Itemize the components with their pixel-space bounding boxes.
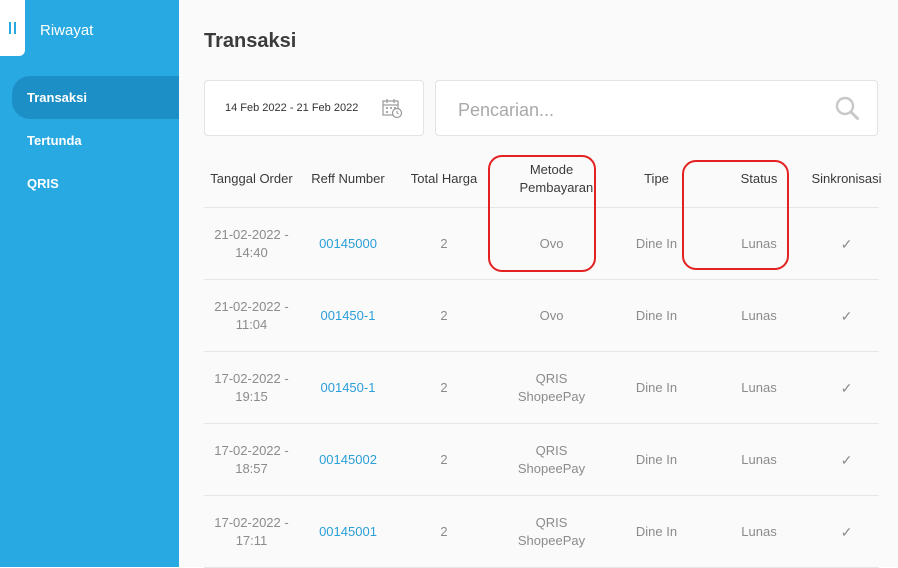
payment-status: Lunas: [741, 235, 777, 251]
order-date: 21-02-2022 - 14:40: [214, 226, 289, 260]
header-tipe: Tipe: [644, 170, 669, 186]
payment-method: Ovo: [539, 235, 564, 251]
sidebar-item-tertunda[interactable]: Tertunda: [0, 119, 179, 162]
sidebar-toggle-icon[interactable]: [0, 0, 25, 56]
header-metode-pembayaran: Metode Pembayaran: [519, 161, 594, 195]
check-icon: ✓: [840, 523, 853, 540]
payment-status: Lunas: [741, 379, 777, 395]
order-type: Dine In: [635, 379, 678, 395]
date-range-picker[interactable]: 14 Feb 2022 - 21 Feb 2022: [204, 80, 424, 136]
order-date: 21-02-2022 - 11:04: [214, 298, 289, 332]
header-reff-number: Reff Number: [311, 170, 385, 186]
total-price: 2: [440, 523, 448, 539]
check-icon: ✓: [840, 379, 853, 396]
payment-method: QRIS ShopeePay: [517, 514, 586, 548]
header-sinkronisasi: Sinkronisasi: [811, 170, 882, 186]
reff-number-link[interactable]: 001450-1: [304, 280, 392, 351]
sidebar-title: Riwayat: [40, 22, 94, 39]
table-row[interactable]: 21-02-2022 - 14:40 00145000 2 Ovo Dine I…: [204, 208, 879, 280]
order-type: Dine In: [635, 307, 678, 323]
page-title: Transaksi: [204, 30, 297, 52]
header-total-harga: Total Harga: [410, 170, 478, 186]
payment-method: QRIS ShopeePay: [517, 370, 586, 404]
reff-number-link[interactable]: 00145001: [304, 496, 392, 567]
check-icon: ✓: [840, 307, 853, 324]
total-price: 2: [440, 307, 448, 323]
total-price: 2: [440, 451, 448, 467]
header-status: Status: [740, 170, 778, 186]
payment-method: QRIS ShopeePay: [517, 442, 586, 476]
header-tanggal-order: Tanggal Order: [210, 170, 293, 186]
main-content: Transaksi 14 Feb 2022 - 21 Feb 2022 Tang…: [179, 0, 898, 568]
calendar-icon[interactable]: [381, 97, 403, 119]
transactions-table: Tanggal Order Reff Number Total Harga Me…: [204, 150, 882, 568]
search-icon[interactable]: [834, 95, 860, 121]
payment-status: Lunas: [741, 307, 777, 323]
check-icon: ✓: [840, 451, 853, 468]
sidebar-header: Riwayat: [0, 0, 179, 56]
total-price: 2: [440, 379, 448, 395]
table-row[interactable]: 17-02-2022 - 18:57 00145002 2 QRIS Shope…: [204, 424, 879, 496]
order-date: 17-02-2022 - 17:11: [214, 514, 289, 548]
order-type: Dine In: [635, 451, 678, 467]
order-date: 17-02-2022 - 18:57: [214, 442, 289, 476]
table-row[interactable]: 21-02-2022 - 11:04 001450-1 2 Ovo Dine I…: [204, 280, 879, 352]
reff-number-link[interactable]: 00145000: [304, 208, 392, 279]
table-header-row: Tanggal Order Reff Number Total Harga Me…: [204, 150, 882, 208]
check-icon: ✓: [840, 235, 853, 252]
payment-status: Lunas: [741, 523, 777, 539]
search-input[interactable]: [456, 95, 820, 125]
payment-method: Ovo: [539, 307, 564, 323]
payment-status: Lunas: [741, 451, 777, 467]
order-date: 17-02-2022 - 19:15: [214, 370, 289, 404]
order-type: Dine In: [635, 523, 678, 539]
table-row[interactable]: 17-02-2022 - 17:11 00145001 2 QRIS Shope…: [204, 496, 879, 568]
sidebar: Riwayat Transaksi Tertunda QRIS: [0, 0, 179, 567]
table-row[interactable]: 17-02-2022 - 19:15 001450-1 2 QRIS Shope…: [204, 352, 879, 424]
total-price: 2: [440, 235, 448, 251]
search-box: [435, 80, 878, 136]
reff-number-link[interactable]: 001450-1: [304, 352, 392, 423]
sidebar-item-qris[interactable]: QRIS: [0, 162, 179, 205]
date-range-text: 14 Feb 2022 - 21 Feb 2022: [225, 102, 359, 114]
sidebar-item-transaksi[interactable]: Transaksi: [12, 76, 179, 119]
order-type: Dine In: [635, 235, 678, 251]
reff-number-link[interactable]: 00145002: [304, 424, 392, 495]
